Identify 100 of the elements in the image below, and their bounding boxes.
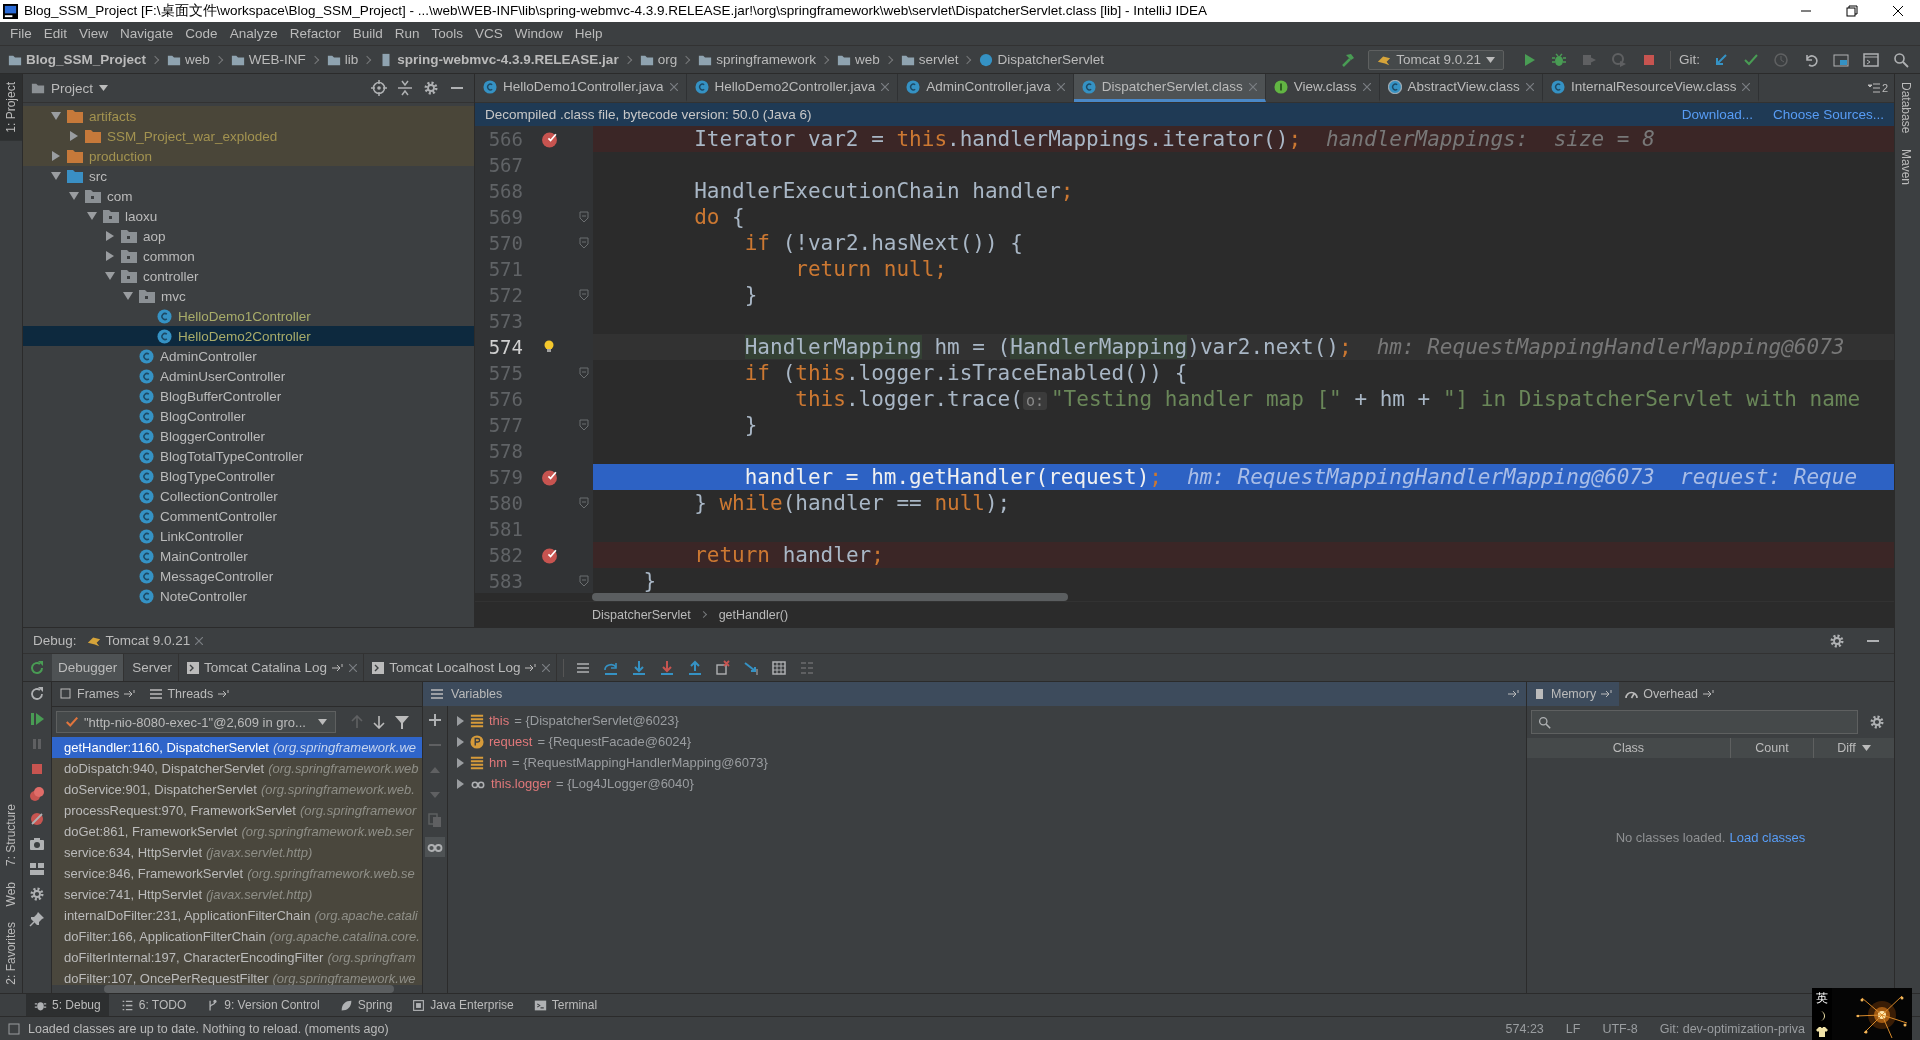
scrollbar-thumb[interactable] (592, 593, 1068, 601)
menu-item[interactable]: Edit (37, 26, 74, 41)
tree-item[interactable]: controller (23, 266, 474, 286)
down-arrow-icon[interactable] (373, 715, 385, 729)
breadcrumb-item[interactable]: org (657, 52, 678, 67)
tree-item[interactable]: CommentController (23, 506, 474, 526)
status-item[interactable]: 574:23 (1498, 1021, 1551, 1036)
fold-marker-icon[interactable] (579, 289, 589, 301)
tool-window-button[interactable]: 5: Debug (26, 994, 109, 1016)
tree-item[interactable]: SSM_Project_war_exploded (23, 126, 474, 146)
fold-marker-icon[interactable] (579, 367, 589, 379)
pin-tab-icon[interactable] (1508, 690, 1520, 698)
stack-frame[interactable]: doService:901, DispatcherServlet (org.springframework.web. (52, 779, 422, 800)
thread-dropdown[interactable]: "http-nio-8080-exec-1"@2,609 in gro... (56, 711, 336, 733)
expand-arrow-icon[interactable] (51, 111, 61, 121)
tool-window-button[interactable]: Java Enterprise (404, 994, 522, 1016)
step-into-icon[interactable] (631, 659, 648, 676)
lightbulb-icon[interactable] (543, 340, 555, 354)
settings-icon[interactable] (1869, 714, 1885, 730)
editor-tab[interactable]: HelloDemo1Controller.java (475, 74, 687, 102)
step-out-icon[interactable] (687, 659, 704, 676)
tree-item[interactable]: src (23, 166, 474, 186)
tree-item[interactable]: BloggerController (23, 426, 474, 446)
status-item[interactable]: Git: dev-optimization-priva (1652, 1021, 1812, 1036)
debugger-tab[interactable]: Debugger (52, 654, 125, 681)
stack-frame[interactable]: doDispatch:940, DispatcherServlet (org.springframework.web (52, 758, 422, 779)
menu-item[interactable]: VCS (469, 26, 509, 41)
menu-item[interactable]: Tools (425, 26, 469, 41)
editor-tab[interactable]: DispatcherServlet.class (1073, 74, 1266, 102)
expand-arrow-icon[interactable] (87, 211, 97, 221)
calculator-icon[interactable] (771, 659, 788, 676)
stack-frame[interactable]: getHandler:1160, DispatcherServlet (org.springframework.we (52, 737, 422, 758)
expand-arrow-icon[interactable] (456, 736, 465, 747)
tool-window-tab[interactable]: 2: Favorites (0, 914, 22, 993)
tree-item[interactable]: MainController (23, 546, 474, 566)
breadcrumb-item[interactable]: servlet (918, 52, 959, 67)
breadcrumb-item[interactable]: web (185, 52, 210, 67)
expand-arrow-icon[interactable] (456, 715, 465, 726)
menu-item[interactable]: Run (388, 26, 426, 41)
breadcrumb-item[interactable]: springframework (716, 52, 816, 67)
status-item[interactable]: LF (1558, 1021, 1588, 1036)
breadcrumb-item[interactable]: spring-webmvc-4.3.9.RELEASE.jar (397, 52, 619, 67)
tree-item[interactable]: LinkController (23, 526, 474, 546)
tree-item[interactable]: AdminController (23, 346, 474, 366)
banner-link[interactable]: Choose Sources... (1772, 107, 1884, 122)
menu-item[interactable]: File (4, 26, 38, 41)
menu-item[interactable]: Analyze (223, 26, 284, 41)
banner-link[interactable]: Download... (1681, 107, 1753, 122)
pin-tab-icon[interactable] (124, 690, 137, 698)
editor-tab[interactable]: InternalResourceView.class (1542, 74, 1760, 102)
fold-marker-icon[interactable] (579, 419, 589, 431)
editor-tab[interactable]: AdminController.java (898, 74, 1074, 102)
tree-item[interactable]: artifacts (23, 106, 474, 126)
project-view-dropdown[interactable]: Project (31, 80, 109, 96)
debugger-tab[interactable]: Tomcat Catalina Log (181, 654, 365, 681)
stack-frame[interactable]: service:741, HttpServlet (javax.servlet.http) (52, 884, 422, 905)
menu-item[interactable]: Window (508, 26, 569, 41)
tree-item[interactable]: aop (23, 226, 474, 246)
fold-marker-icon[interactable] (579, 575, 589, 587)
project-structure-icon[interactable] (1833, 51, 1849, 68)
panel-tab[interactable]: Frames (60, 687, 137, 701)
search-icon[interactable] (1893, 51, 1909, 68)
tool-window-button[interactable]: 9: Version Control (198, 994, 328, 1016)
tree-item[interactable]: BlogTotalTypeController (23, 446, 474, 466)
tree-item[interactable]: mvc (23, 286, 474, 306)
stack-frame[interactable]: internalDoFilter:231, ApplicationFilterChain (org.apache.catali (52, 905, 422, 926)
add-icon[interactable] (427, 712, 443, 728)
tree-item[interactable]: HelloDemo2Controller (23, 326, 474, 346)
load-classes-link[interactable]: Load classes (1729, 830, 1806, 845)
menu-item[interactable]: Navigate (114, 26, 180, 41)
search-field[interactable] (1531, 710, 1858, 734)
tool-window-tab[interactable]: Web (0, 873, 22, 915)
stack-frame[interactable]: doFilter:107, OncePerRequestFilter (org.springframework.we (52, 968, 422, 985)
pin-tab-icon[interactable] (1703, 690, 1716, 698)
stack-frame[interactable]: doFilterInternal:197, CharacterEncodingFilter (org.springfram (52, 947, 422, 968)
breakpoint-icon[interactable] (540, 468, 558, 486)
panel-tab[interactable]: Memory (1527, 682, 1620, 706)
breadcrumb-item[interactable]: DispatcherServlet (997, 52, 1104, 67)
expand-arrow-icon[interactable] (51, 151, 61, 161)
fold-marker-icon[interactable] (579, 497, 589, 509)
tree-item[interactable]: BlogTypeController (23, 466, 474, 486)
update-arrow-icon[interactable] (1713, 51, 1729, 68)
tree-item[interactable]: AdminUserController (23, 366, 474, 386)
tree-item[interactable]: CollectionController (23, 486, 474, 506)
hammer-icon[interactable] (1340, 51, 1357, 68)
expand-arrow-icon[interactable] (51, 171, 61, 181)
close-icon[interactable] (1892, 5, 1904, 17)
stack-frame[interactable]: service:846, FrameworkServlet (org.springframework.web.se (52, 863, 422, 884)
debugger-tab[interactable]: Tomcat Localhost Log (366, 654, 558, 681)
stack-frame[interactable]: doGet:861, FrameworkServlet (org.springframework.web.ser (52, 821, 422, 842)
status-icon[interactable] (8, 1022, 20, 1035)
expand-arrow-icon[interactable] (69, 191, 79, 201)
tool-window-tab[interactable]: 7: Structure (0, 795, 22, 874)
bug-icon[interactable] (1551, 51, 1567, 68)
menu-item[interactable]: Refactor (283, 26, 347, 41)
run-to-cursor-icon[interactable] (743, 659, 760, 676)
menu-item[interactable]: Help (568, 26, 609, 41)
expand-arrow-icon[interactable] (123, 291, 133, 301)
filter-icon[interactable] (395, 715, 409, 729)
menu-item[interactable]: View (73, 26, 115, 41)
